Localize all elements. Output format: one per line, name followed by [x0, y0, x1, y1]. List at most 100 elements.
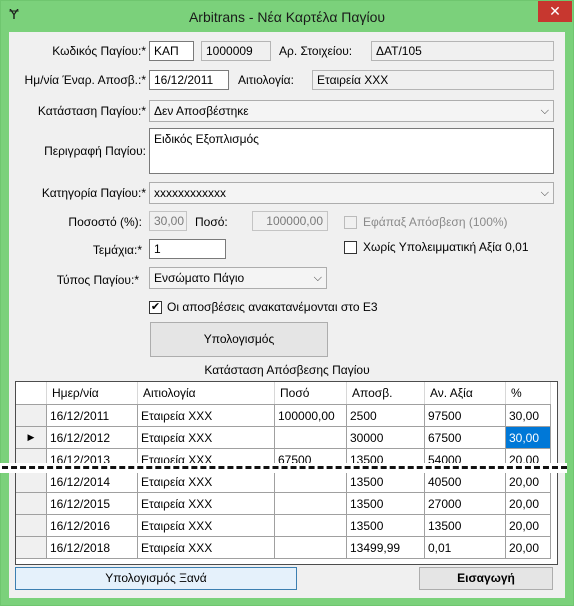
chevron-down-icon: ⌵: [540, 187, 549, 199]
e3-checkbox[interactable]: ✔: [149, 301, 162, 314]
doc-number-field[interactable]: ΔΑΤ/105: [371, 41, 554, 61]
cell-date[interactable]: 16/12/2014: [46, 470, 138, 493]
cell-percent[interactable]: 20,00: [505, 492, 551, 515]
cell-reason[interactable]: Εταιρεία ΧΧΧ: [137, 536, 275, 559]
reason-label: Αιτιολογία:: [238, 73, 294, 87]
onetime-checkbox[interactable]: [344, 216, 357, 229]
cell-date[interactable]: 16/12/2011: [46, 404, 138, 427]
cell-reason[interactable]: Εταιρεία ΧΧΧ: [137, 426, 275, 449]
table-row[interactable]: ▶ 16/12/2012 Εταιρεία ΧΧΧ 30000 67500 30…: [16, 426, 551, 449]
cell-amount[interactable]: [274, 514, 347, 537]
cell-reason[interactable]: Εταιρεία ΧΧΧ: [137, 470, 275, 493]
row-header-corner: [16, 382, 47, 405]
title-bar[interactable]: Ɏ Arbitrans - Νέα Καρτέλα Παγίου ✕: [1, 1, 573, 33]
close-icon: ✕: [549, 3, 561, 19]
start-date-label: Ημ/νία Έναρ. Αποσβ.:*: [24, 73, 146, 87]
cell-depreciation[interactable]: 13500: [346, 514, 425, 537]
column-header[interactable]: Ποσό: [274, 382, 347, 405]
table-row[interactable]: 16/12/2015 Εταιρεία ΧΧΧ 13500 27000 20,0…: [16, 492, 551, 515]
cell-amount[interactable]: [274, 536, 347, 559]
no-residual-checkbox[interactable]: [344, 241, 357, 254]
recalculate-button[interactable]: Υπολογισμός Ξανά: [15, 567, 297, 590]
status-select[interactable]: Δεν Αποσβέστηκε ⌵: [149, 100, 554, 122]
cell-date[interactable]: 16/12/2015: [46, 492, 138, 515]
cell-date[interactable]: 16/12/2012: [46, 426, 138, 449]
cell-date[interactable]: 16/12/2016: [46, 514, 138, 537]
cell-percent[interactable]: 20,00: [505, 514, 551, 537]
cell-net-value[interactable]: 67500: [424, 426, 506, 449]
table-row[interactable]: 16/12/2011 Εταιρεία ΧΧΧ 100000,00 2500 9…: [16, 404, 551, 427]
start-date-field[interactable]: 16/12/2011: [149, 70, 229, 90]
type-select[interactable]: Ενσώματο Πάγιο ⌵: [149, 267, 327, 289]
cell-reason[interactable]: Εταιρεία ΧΧΧ: [137, 492, 275, 515]
window-title: Arbitrans - Νέα Καρτέλα Παγίου: [188, 9, 386, 25]
chevron-down-icon: ⌵: [313, 272, 322, 284]
row-header[interactable]: ▶: [16, 426, 47, 449]
cell-date[interactable]: 16/12/2018: [46, 536, 138, 559]
row-header[interactable]: [16, 514, 47, 537]
doc-number-label: Αρ. Στοιχείου:: [279, 44, 353, 58]
depreciation-grid[interactable]: Ημερ/νία Αιτιολογία Ποσό Αποσβ. Αν. Αξία…: [15, 381, 558, 565]
column-header[interactable]: Ημερ/νία: [46, 382, 138, 405]
cell-net-value[interactable]: 97500: [424, 404, 506, 427]
cell-percent[interactable]: 20,00: [505, 470, 551, 493]
cell-net-value[interactable]: 27000: [424, 492, 506, 515]
app-window: Ɏ Arbitrans - Νέα Καρτέλα Παγίου ✕ Κωδικ…: [0, 0, 574, 606]
table-row[interactable]: 16/12/2016 Εταιρεία ΧΧΧ 13500 13500 20,0…: [16, 514, 551, 537]
cell-depreciation[interactable]: 30000: [346, 426, 425, 449]
status-select-value: Δεν Αποσβέστηκε: [154, 104, 249, 118]
category-select-value: xxxxxxxxxxxx: [154, 186, 226, 200]
cell-percent[interactable]: 30,00: [505, 404, 551, 427]
reason-field[interactable]: Εταιρεία ΧΧΧ: [312, 70, 554, 90]
row-header[interactable]: [16, 470, 47, 493]
column-header[interactable]: Αποσβ.: [346, 382, 425, 405]
cell-amount[interactable]: [274, 470, 347, 493]
table-row[interactable]: 16/12/2014 Εταιρεία ΧΧΧ 13500 40500 20,0…: [16, 470, 551, 493]
column-header[interactable]: Αν. Αξία: [424, 382, 506, 405]
pieces-field[interactable]: 1: [149, 239, 226, 259]
cell-depreciation[interactable]: 13499,99: [346, 536, 425, 559]
cell-amount[interactable]: [274, 492, 347, 515]
cell-percent[interactable]: 20,00: [505, 536, 551, 559]
code-number-field[interactable]: 1000009: [201, 41, 271, 61]
insert-button[interactable]: Εισαγωγή: [419, 567, 553, 590]
category-label: Κατηγορία Παγίου:*: [41, 186, 146, 200]
cell-reason[interactable]: Εταιρεία ΧΧΧ: [137, 514, 275, 537]
cell-percent-selected[interactable]: 30,00: [505, 426, 551, 449]
cell-depreciation[interactable]: 2500: [346, 404, 425, 427]
percent-label: Ποσοστό (%):: [68, 215, 142, 229]
cell-amount[interactable]: 100000,00: [274, 404, 347, 427]
code-label: Κωδικός Παγίου:*: [52, 44, 146, 58]
cell-amount[interactable]: [274, 426, 347, 449]
category-select[interactable]: xxxxxxxxxxxx ⌵: [149, 182, 554, 204]
cell-depreciation[interactable]: 13500: [346, 470, 425, 493]
form-body: Κωδικός Παγίου:* ΚΑΠ 1000009 Αρ. Στοιχεί…: [9, 32, 565, 598]
no-residual-label: Χωρίς Υπολειμματική Αξία 0,01: [363, 240, 529, 254]
pieces-label: Τεμάχια:*: [92, 243, 142, 257]
column-header[interactable]: Αιτιολογία: [137, 382, 275, 405]
row-header[interactable]: [16, 492, 47, 515]
close-button[interactable]: ✕: [538, 1, 572, 22]
status-label: Κατάσταση Παγίου:*: [37, 104, 146, 118]
checkmark-icon: ✔: [150, 301, 161, 313]
code-prefix-field[interactable]: ΚΑΠ: [149, 41, 194, 61]
calculate-button[interactable]: Υπολογισμός: [150, 322, 328, 357]
grid-title: Κατάσταση Απόσβεσης Παγίου: [204, 363, 370, 377]
description-field[interactable]: Ειδικός Εξοπλισμός: [149, 128, 554, 174]
cell-depreciation[interactable]: 13500: [346, 492, 425, 515]
row-header[interactable]: [16, 404, 47, 427]
table-row[interactable]: 16/12/2018 Εταιρεία ΧΧΧ 13499,99 0,01 20…: [16, 536, 551, 559]
chevron-down-icon: ⌵: [540, 105, 549, 117]
column-header[interactable]: %: [505, 382, 551, 405]
description-label: Περιγραφή Παγίου:: [44, 144, 146, 158]
amount-field[interactable]: 100000,00: [252, 211, 328, 231]
current-row-icon: ▶: [27, 432, 35, 442]
cell-net-value[interactable]: 40500: [424, 470, 506, 493]
table-header-row: Ημερ/νία Αιτιολογία Ποσό Αποσβ. Αν. Αξία…: [16, 382, 551, 405]
percent-field[interactable]: 30,00: [149, 211, 187, 231]
cell-net-value[interactable]: 0,01: [424, 536, 506, 559]
cell-reason[interactable]: Εταιρεία ΧΧΧ: [137, 404, 275, 427]
cell-net-value[interactable]: 13500: [424, 514, 506, 537]
onetime-label: Εφάπαξ Απόσβεση (100%): [363, 215, 508, 229]
row-header[interactable]: [16, 536, 47, 559]
